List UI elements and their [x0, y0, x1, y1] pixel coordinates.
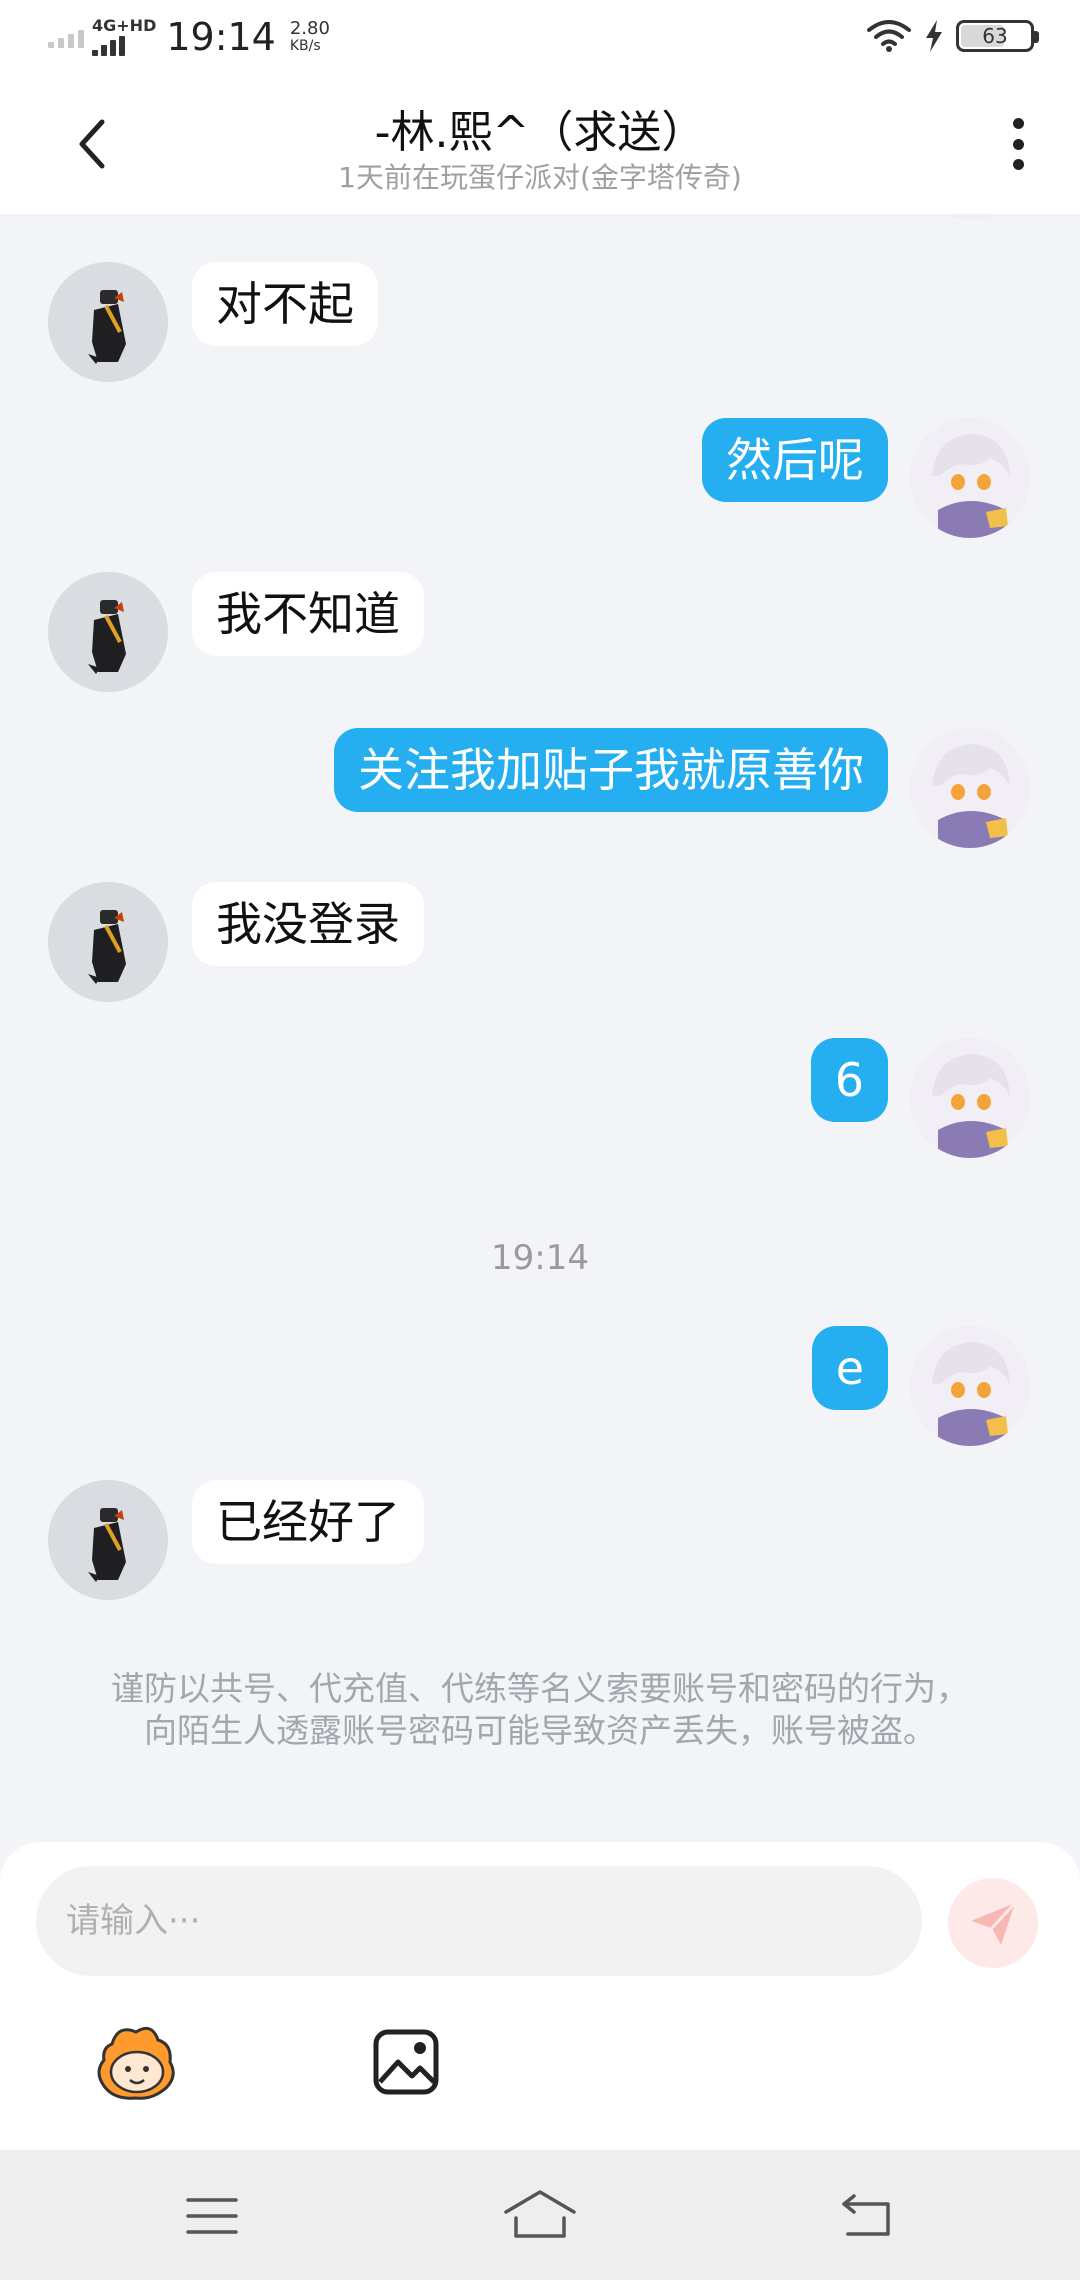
contact-avatar-image — [48, 882, 168, 1002]
battery-level: 63 — [982, 24, 1008, 48]
message-bubble-outgoing[interactable]: 然后呢 — [702, 418, 888, 502]
message-bubble-outgoing[interactable]: e — [811, 1326, 888, 1410]
message-input[interactable]: 请输入··· — [36, 1866, 922, 1976]
more-options-button[interactable] — [996, 112, 1040, 176]
nav-back-icon[interactable] — [840, 2190, 896, 2240]
chat-header: -林.熙^（求送） 1天前在玩蛋仔派对(金字塔传奇) — [0, 72, 1080, 214]
signal-sim2-icon — [48, 26, 84, 48]
contact-avatar-image — [48, 262, 168, 382]
my-avatar-image — [910, 728, 1030, 848]
nav-menu-icon[interactable] — [184, 2194, 240, 2238]
image-icon — [373, 2029, 439, 2095]
contact-avatar[interactable] — [48, 1480, 168, 1600]
contact-avatar[interactable] — [48, 572, 168, 692]
my-avatar-image — [910, 418, 1030, 538]
network-speed: 2.80 KB/s — [289, 18, 330, 55]
back-button[interactable] — [62, 114, 122, 174]
contact-avatar-image — [48, 572, 168, 692]
contact-avatar[interactable] — [48, 882, 168, 1002]
message-bubble-incoming[interactable]: 对不起 — [192, 262, 378, 346]
back-arrow-icon — [79, 119, 105, 169]
network-indicator: 4G+HD — [92, 18, 156, 56]
status-time: 19:14 — [166, 15, 276, 59]
signal-sim1-icon — [92, 36, 125, 56]
security-notice: 谨防以共号、代充值、代练等名义索要账号和密码的行为，向陌生人透露账号密码可能导致… — [111, 1669, 969, 1750]
contact-status: 1天前在玩蛋仔派对(金字塔传奇) — [338, 161, 742, 194]
send-icon — [971, 1901, 1017, 1945]
speed-unit: KB/s — [289, 38, 321, 55]
message-bubble-outgoing[interactable]: 6 — [810, 1038, 888, 1122]
emoji-button[interactable] — [92, 2022, 182, 2102]
message-bubble-outgoing[interactable]: 关注我加贴子我就原善你 — [334, 728, 888, 812]
status-bar: 4G+HD 19:14 2.80 KB/s 63 — [0, 0, 1080, 72]
wifi-icon — [867, 20, 911, 52]
contact-avatar-image — [48, 1480, 168, 1600]
my-avatar-image — [910, 1326, 1030, 1446]
my-avatar-image — [910, 1038, 1030, 1158]
contact-name: -林.熙^（求送） — [374, 107, 706, 158]
system-nav-bar — [0, 2150, 1080, 2280]
speed-value: 2.80 — [289, 18, 330, 40]
input-panel: 请输入··· — [0, 1842, 1080, 2150]
more-options-icon — [1012, 118, 1024, 129]
network-type: 4G+HD — [92, 16, 157, 35]
my-avatar[interactable] — [910, 1326, 1030, 1446]
nav-home-icon[interactable] — [502, 2188, 578, 2240]
chat-timestamp: 19:14 — [491, 1238, 589, 1278]
message-bubble-incoming[interactable]: 我不知道 — [192, 572, 424, 656]
battery-icon: 63 — [956, 20, 1039, 52]
message-bubble-incoming[interactable]: 我没登录 — [192, 882, 424, 966]
charging-icon — [926, 20, 942, 52]
my-avatar[interactable] — [910, 728, 1030, 848]
image-button[interactable] — [370, 2026, 442, 2098]
emoji-mascot-icon — [97, 2026, 175, 2100]
contact-avatar[interactable] — [48, 262, 168, 382]
my-avatar[interactable] — [910, 1038, 1030, 1158]
message-bubble-incoming[interactable]: 已经好了 — [192, 1480, 424, 1564]
my-avatar[interactable] — [910, 418, 1030, 538]
send-button[interactable] — [948, 1878, 1038, 1968]
